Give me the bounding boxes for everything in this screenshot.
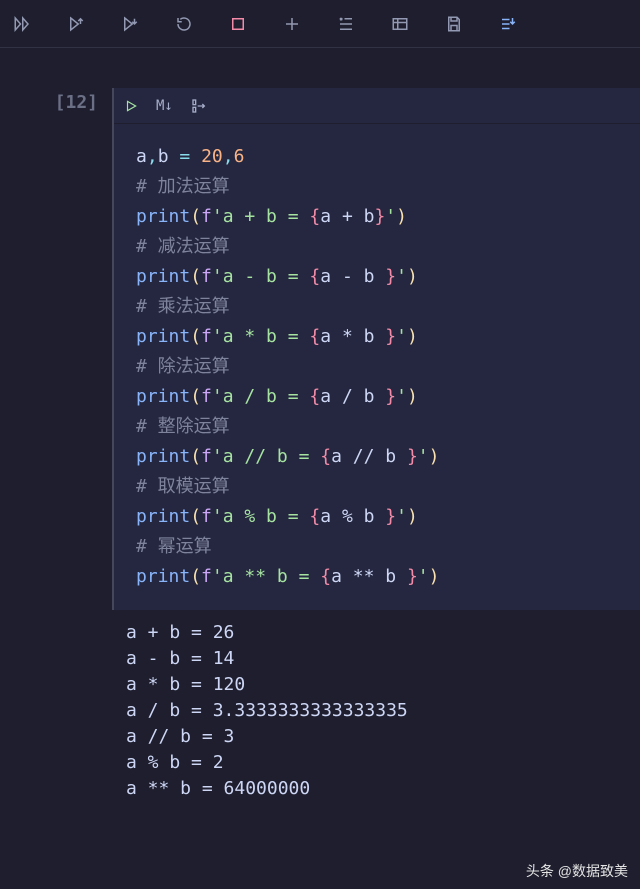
cell-output: a + b = 26 a - b = 14 a * b = 120 a / b …: [0, 610, 640, 802]
play-up-icon[interactable]: [64, 12, 88, 36]
save-icon[interactable]: [442, 12, 466, 36]
code-editor[interactable]: a,b = 20,6 # 加法运算 print(f'a + b = {a + b…: [114, 124, 640, 610]
cell-toolbar: M↓: [114, 88, 640, 124]
add-icon[interactable]: [280, 12, 304, 36]
stop-icon[interactable]: [226, 12, 250, 36]
play-down-icon[interactable]: [118, 12, 142, 36]
restart-icon[interactable]: [172, 12, 196, 36]
clear-icon[interactable]: [334, 12, 358, 36]
variables-icon[interactable]: [388, 12, 412, 36]
markdown-button[interactable]: M↓: [156, 98, 173, 114]
watermark: 头条 @数据致美: [526, 861, 628, 881]
code-cell: [12] M↓ a,b = 20,6 # 加法运算 print(f'a + b …: [0, 88, 640, 610]
notebook-content: [12] M↓ a,b = 20,6 # 加法运算 print(f'a + b …: [0, 48, 640, 802]
run-cell-button[interactable]: [124, 99, 138, 113]
cell-body: M↓ a,b = 20,6 # 加法运算 print(f'a + b = {a …: [112, 88, 640, 610]
execution-count: [12]: [0, 88, 112, 113]
split-cell-button[interactable]: [191, 98, 207, 114]
fast-forward-icon[interactable]: [10, 12, 34, 36]
export-icon[interactable]: [496, 12, 520, 36]
notebook-toolbar: [0, 0, 640, 48]
